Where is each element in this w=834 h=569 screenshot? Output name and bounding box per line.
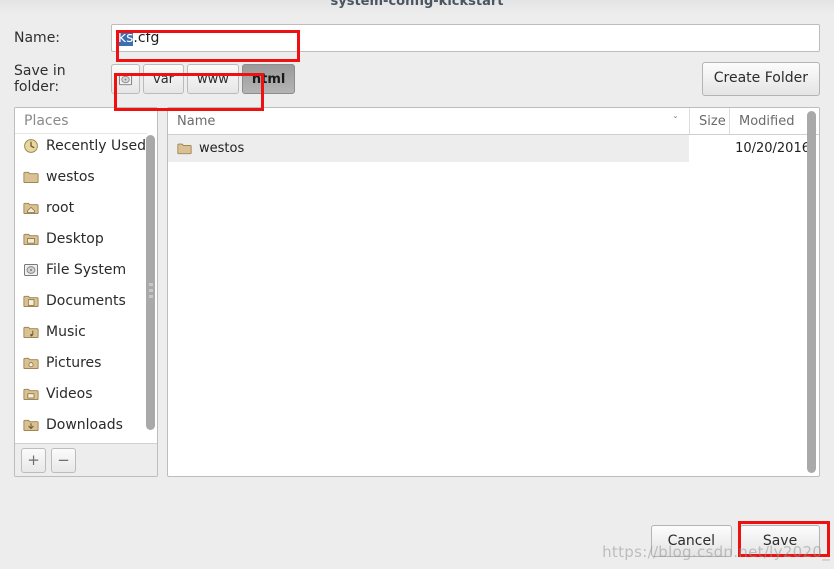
- file-list-header: Name ˇ Size Modified: [168, 108, 819, 135]
- breadcrumb-item-var[interactable]: var: [143, 64, 185, 94]
- home-folder-icon: [23, 201, 39, 215]
- sidebar-item-label: westos: [46, 168, 95, 185]
- name-label: Name:: [14, 29, 61, 46]
- music-folder-icon: [23, 325, 39, 339]
- window-title: system-config-kickstart: [330, 0, 504, 9]
- sidebar-item-file-system[interactable]: File System: [15, 254, 157, 285]
- breadcrumb-item-www[interactable]: www: [187, 64, 239, 94]
- sidebar-item-label: Downloads: [46, 416, 123, 433]
- column-header-name-label: Name: [177, 113, 216, 129]
- folder-icon: [177, 142, 192, 155]
- places-header: Places: [15, 108, 147, 134]
- file-modified-cell: 10/20/2016: [735, 141, 810, 156]
- file-list-scrollbar-thumb[interactable]: [807, 111, 816, 473]
- places-footer: + −: [15, 443, 157, 476]
- sidebar-item-label: File System: [46, 261, 127, 278]
- file-list-pane: Name ˇ Size Modified westos 10/20/2016: [167, 107, 820, 477]
- breadcrumb-item-root-drive[interactable]: [111, 64, 140, 94]
- places-scroll-area[interactable]: Recently Used westos root Desktop File S…: [15, 108, 157, 443]
- sidebar-item-recently-used[interactable]: Recently Used: [15, 130, 157, 161]
- filename-input[interactable]: ks .cfg: [111, 23, 820, 52]
- documents-folder-icon: [23, 294, 39, 308]
- add-bookmark-button[interactable]: +: [21, 447, 46, 473]
- browser-panes: Places Recently Used westos root Desktop…: [14, 107, 820, 477]
- column-header-modified[interactable]: Modified: [729, 108, 819, 134]
- chevron-down-icon: ˇ: [673, 115, 678, 127]
- watermark-text: https://blog.csdn.net/ly2020_: [602, 543, 830, 561]
- sidebar-item-downloads[interactable]: Downloads: [15, 409, 157, 440]
- column-header-name[interactable]: Name ˇ: [168, 108, 689, 134]
- places-list: Recently Used westos root Desktop File S…: [15, 130, 157, 440]
- desktop-folder-icon: [23, 232, 39, 246]
- file-name-label: westos: [199, 141, 245, 156]
- sidebar-item-music[interactable]: Music: [15, 316, 157, 347]
- create-folder-button[interactable]: Create Folder: [701, 62, 820, 96]
- folder-icon: [23, 170, 39, 184]
- sidebar-item-root[interactable]: root: [15, 192, 157, 223]
- drive-icon: [118, 72, 133, 87]
- sidebar-item-videos[interactable]: Videos: [15, 378, 157, 409]
- places-scrollbar-grip: [149, 283, 153, 301]
- window-titlebar: system-config-kickstart: [0, 0, 834, 14]
- sidebar-item-label: Recently Used: [46, 137, 147, 154]
- file-name-cell[interactable]: westos: [168, 135, 689, 162]
- sidebar-item-label: Music: [46, 323, 86, 340]
- places-sidebar: Places Recently Used westos root Desktop…: [14, 107, 158, 477]
- breadcrumb-item-html[interactable]: html: [241, 64, 296, 94]
- sidebar-item-desktop[interactable]: Desktop: [15, 223, 157, 254]
- filename-rest-text: .cfg: [133, 29, 160, 46]
- sidebar-item-label: Pictures: [46, 354, 102, 371]
- downloads-folder-icon: [23, 418, 39, 432]
- sidebar-item-label: Videos: [46, 385, 93, 402]
- save-in-folder-row: Save in folder: var www html Create Fold…: [0, 52, 834, 96]
- file-size-cell: [689, 135, 729, 162]
- drive-icon: [23, 262, 39, 278]
- pictures-folder-icon: [23, 356, 39, 370]
- sidebar-item-label: Documents: [46, 292, 126, 309]
- filename-selected-text: ks: [118, 29, 134, 46]
- sidebar-item-pictures[interactable]: Pictures: [15, 347, 157, 378]
- recent-icon: [23, 138, 39, 154]
- videos-folder-icon: [23, 387, 39, 401]
- breadcrumb: var www html: [111, 64, 298, 94]
- column-header-size[interactable]: Size: [689, 108, 729, 134]
- sidebar-item-label: root: [46, 199, 75, 216]
- save-in-folder-label: Save in folder:: [14, 63, 66, 95]
- name-row: Name: ks .cfg: [0, 14, 834, 52]
- sidebar-item-documents[interactable]: Documents: [15, 285, 157, 316]
- sidebar-item-label: Desktop: [46, 230, 104, 247]
- sidebar-item-westos[interactable]: westos: [15, 161, 157, 192]
- table-row[interactable]: westos 10/20/2016: [168, 135, 819, 162]
- remove-bookmark-button[interactable]: −: [51, 447, 76, 473]
